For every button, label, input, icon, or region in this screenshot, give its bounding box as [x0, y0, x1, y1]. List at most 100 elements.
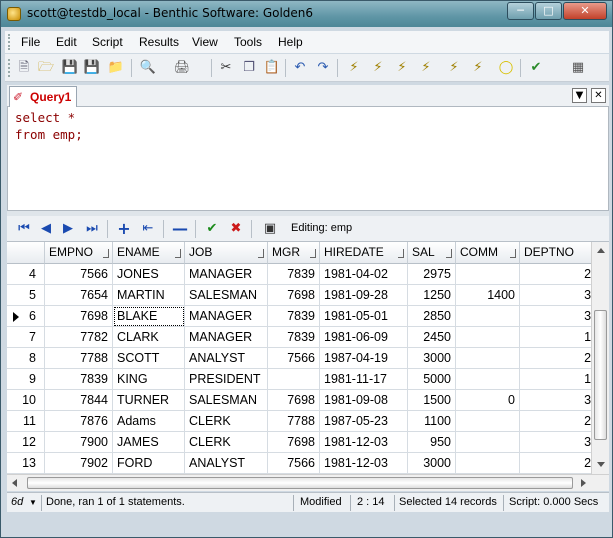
cell-ename[interactable]: KING	[113, 369, 185, 390]
cell-sal[interactable]: 950	[408, 432, 456, 453]
cell-empno[interactable]: 7900	[45, 432, 113, 453]
column-header-sal[interactable]: SAL	[408, 242, 456, 264]
cancel-edit-icon[interactable]: ✖	[227, 220, 245, 238]
cell-comm[interactable]	[456, 306, 520, 327]
table-row[interactable]: 107844TURNERSALESMAN76981981-09-08150003…	[7, 390, 609, 411]
cell-mgr[interactable]: 7698	[268, 285, 320, 306]
cell-comm[interactable]	[456, 453, 520, 474]
cell-job[interactable]: CLERK	[185, 432, 268, 453]
last-record-icon[interactable]: ⏭	[83, 220, 101, 238]
menu-view[interactable]: View	[192, 35, 218, 49]
results-grid[interactable]: EMPNO ENAME JOB MGR HIREDATE SAL COMM DE…	[7, 242, 609, 474]
cell-mgr[interactable]	[268, 369, 320, 390]
cell-mgr[interactable]: 7566	[268, 453, 320, 474]
save-all-icon[interactable]: 💾	[83, 59, 101, 77]
cell-sal[interactable]: 2850	[408, 306, 456, 327]
cell-ename[interactable]: TURNER	[113, 390, 185, 411]
app-icon[interactable]	[7, 7, 21, 21]
cell-sal[interactable]: 1250	[408, 285, 456, 306]
tab-list-dropdown-icon[interactable]: ▼	[572, 88, 587, 103]
table-row[interactable]: 127900JAMESCLERK76981981-12-0395030	[7, 432, 609, 453]
column-header-comm[interactable]: COMM	[456, 242, 520, 264]
cell-ename[interactable]: JAMES	[113, 432, 185, 453]
scroll-left-icon[interactable]	[12, 479, 17, 487]
cell-hiredate[interactable]: 1981-12-03	[320, 432, 408, 453]
execute-statement-icon[interactable]: ⚡	[393, 59, 411, 77]
explain-plan-icon[interactable]: ⚡	[469, 59, 487, 77]
cell-empno[interactable]: 7788	[45, 348, 113, 369]
cell-sal[interactable]: 1500	[408, 390, 456, 411]
cell-sal[interactable]: 3000	[408, 453, 456, 474]
print-preview-icon[interactable]: 🔍	[139, 59, 157, 77]
minimize-button[interactable]: ─	[507, 2, 534, 20]
cell-hiredate[interactable]: 1981-12-03	[320, 453, 408, 474]
cell-comm[interactable]	[456, 432, 520, 453]
status-mode[interactable]: 6d	[11, 496, 23, 508]
cell-job[interactable]: MANAGER	[185, 306, 268, 327]
cell-ename[interactable]: MARTIN	[113, 285, 185, 306]
cell-job[interactable]: PRESIDENT	[185, 369, 268, 390]
cell-empno[interactable]: 7876	[45, 411, 113, 432]
cell-hiredate[interactable]: 1981-04-02	[320, 264, 408, 285]
refresh-icon[interactable]: ▣	[261, 220, 279, 238]
cell-job[interactable]: ANALYST	[185, 348, 268, 369]
table-row[interactable]: 117876AdamsCLERK77881987-05-23110020	[7, 411, 609, 432]
execute-script-icon[interactable]: ⚡	[369, 59, 387, 77]
cell-ename[interactable]: FORD	[113, 453, 185, 474]
cell-comm[interactable]: 1400	[456, 285, 520, 306]
cell-hiredate[interactable]: 1981-11-17	[320, 369, 408, 390]
horizontal-scroll-thumb[interactable]	[27, 477, 573, 489]
execute-icon[interactable]: ⚡	[345, 59, 363, 77]
execute-current-icon[interactable]: ⚡	[417, 59, 435, 77]
menu-edit[interactable]: Edit	[56, 35, 77, 49]
column-header-ename[interactable]: ENAME	[113, 242, 185, 264]
table-row[interactable]: 97839KINGPRESIDENT1981-11-17500010	[7, 369, 609, 390]
cell-mgr[interactable]: 7698	[268, 432, 320, 453]
cell-mgr[interactable]: 7566	[268, 348, 320, 369]
menu-file[interactable]: File	[21, 35, 40, 49]
cell-hiredate[interactable]: 1981-09-08	[320, 390, 408, 411]
cell-hiredate[interactable]: 1987-04-19	[320, 348, 408, 369]
cell-job[interactable]: SALESMAN	[185, 390, 268, 411]
column-header-hiredate[interactable]: HIREDATE	[320, 242, 408, 264]
table-row[interactable]: 77782CLARKMANAGER78391981-06-09245010	[7, 327, 609, 348]
menu-help[interactable]: Help	[278, 35, 303, 49]
menu-script[interactable]: Script	[92, 35, 123, 49]
cell-job[interactable]: MANAGER	[185, 327, 268, 348]
column-header-mgr[interactable]: MGR	[268, 242, 320, 264]
open-script-icon[interactable]: 📁	[107, 59, 125, 77]
grid-vertical-scrollbar[interactable]	[591, 242, 609, 474]
cell-empno[interactable]: 7902	[45, 453, 113, 474]
cell-mgr[interactable]: 7698	[268, 390, 320, 411]
prior-record-icon[interactable]: ◀	[37, 220, 55, 238]
cell-comm[interactable]	[456, 369, 520, 390]
cell-job[interactable]: CLERK	[185, 411, 268, 432]
cell-mgr[interactable]: 7839	[268, 306, 320, 327]
cell-job[interactable]: MANAGER	[185, 264, 268, 285]
cell-ename[interactable]: JONES	[113, 264, 185, 285]
cell-ename[interactable]: Adams	[113, 411, 185, 432]
undo-icon[interactable]: ↶	[291, 59, 309, 77]
column-header-empno[interactable]: EMPNO	[45, 242, 113, 264]
cell-job[interactable]: SALESMAN	[185, 285, 268, 306]
paste-icon[interactable]: 📋	[263, 59, 281, 77]
cell-sal[interactable]: 5000	[408, 369, 456, 390]
cell-comm[interactable]	[456, 348, 520, 369]
menu-results[interactable]: Results	[139, 35, 179, 49]
cell-hiredate[interactable]: 1981-06-09	[320, 327, 408, 348]
column-header-job[interactable]: JOB	[185, 242, 268, 264]
cell-empno[interactable]: 7844	[45, 390, 113, 411]
table-row[interactable]: 47566JONESMANAGER78391981-04-02297520	[7, 264, 609, 285]
cell-hiredate[interactable]: 1981-09-28	[320, 285, 408, 306]
cell-ename[interactable]: BLAKE	[113, 306, 185, 327]
cell-hiredate[interactable]: 1981-05-01	[320, 306, 408, 327]
delete-record-icon[interactable]: —	[171, 220, 189, 238]
stop-icon[interactable]: ◯	[497, 59, 515, 77]
cell-empno[interactable]: 7698	[45, 306, 113, 327]
menubar-grip-icon[interactable]	[8, 34, 12, 50]
table-row[interactable]: 137902FORDANALYST75661981-12-03300020	[7, 453, 609, 474]
cell-comm[interactable]: 0	[456, 390, 520, 411]
new-file-icon[interactable]: 🗎	[15, 59, 33, 77]
cell-comm[interactable]	[456, 327, 520, 348]
scroll-up-icon[interactable]	[597, 248, 605, 253]
